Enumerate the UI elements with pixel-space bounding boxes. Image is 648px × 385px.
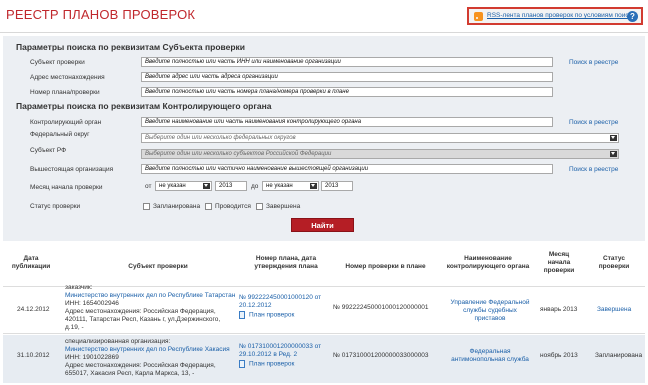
- start-month: ноябрь 2013: [540, 352, 578, 359]
- district-select-value: Выберите один или несколько федеральных …: [145, 135, 296, 141]
- status-text: Запланирована: [595, 352, 643, 359]
- from-year-input[interactable]: 2013: [215, 181, 247, 191]
- plan-date-link[interactable]: 20.12.2012: [239, 302, 272, 310]
- table-row: 31.10.2012 специализированная организаци…: [3, 335, 645, 383]
- to-year-input[interactable]: 2013: [321, 181, 353, 191]
- subject-registry-link[interactable]: Поиск в реестре: [569, 59, 618, 66]
- to-month-select[interactable]: не указан: [262, 181, 319, 191]
- status-checkbox-completed[interactable]: [256, 203, 263, 210]
- plan-number-link[interactable]: № 017310001200000033 от: [239, 343, 321, 351]
- region-select-value: Выберите один или несколько субъектов Ро…: [145, 151, 332, 157]
- check-number: № 017310001200000033000003: [333, 352, 429, 359]
- table-row: 24.12.2012 заказчик: Министерство внутре…: [3, 284, 645, 334]
- region-label: Субъект РФ: [30, 147, 67, 154]
- check-number: № 992222450001000120000001: [333, 304, 429, 311]
- col-header-plan[interactable]: Номер плана, дата утверждения плана: [244, 255, 328, 271]
- col-header-status[interactable]: Статус проверки: [591, 255, 637, 271]
- subject-address-line: д.19, -: [65, 324, 84, 331]
- subject-address-line: Адрес местонахождения: Российская Федера…: [65, 362, 216, 369]
- from-month-select[interactable]: не указан: [155, 181, 212, 191]
- organ-link-line[interactable]: антимонопольная служба: [450, 356, 530, 364]
- address-label: Адрес местонахождения: [30, 74, 105, 81]
- plan-document-link[interactable]: План проверок: [239, 360, 294, 368]
- organ-link-line[interactable]: Управление Федеральной: [450, 299, 530, 307]
- subject-input[interactable]: Введите полностью или часть ИНН или наим…: [141, 57, 553, 67]
- chevron-down-icon[interactable]: [610, 151, 617, 157]
- month-label: Месяц начала проверки: [30, 184, 103, 191]
- from-month-value: не указан: [159, 183, 186, 189]
- subject-role: заказчик:: [65, 284, 93, 291]
- address-input[interactable]: Введите адрес или часть адреса организац…: [141, 72, 553, 82]
- col-header-date[interactable]: Дата публикации: [9, 255, 53, 271]
- subject-address-line: Адрес местонахождения: Российская Федера…: [65, 308, 216, 315]
- document-icon: [239, 360, 245, 368]
- district-label: Федеральный округ: [30, 131, 90, 138]
- higher-org-input[interactable]: Введите полностью или частично наименова…: [141, 164, 553, 174]
- plan-link-label: План проверок: [249, 360, 295, 368]
- status-checkbox-in-progress[interactable]: [205, 203, 212, 210]
- plan-number-input[interactable]: Введите полностью или часть номера плана…: [141, 87, 553, 97]
- status-option-in-progress: Проводится: [215, 203, 251, 210]
- organ-registry-link[interactable]: Поиск в реестре: [569, 119, 618, 126]
- plan-link-label: План проверок: [249, 311, 295, 319]
- subject-address-line: 655017, Хакасия Респ, Карла Маркса, 13, …: [65, 370, 195, 377]
- document-icon: [239, 311, 245, 319]
- higher-org-label: Вышестоящая организация: [30, 166, 114, 173]
- publish-date: 31.10.2012: [17, 352, 50, 359]
- plan-date-link[interactable]: 29.10.2012 в Ред. 2: [239, 351, 297, 359]
- col-header-month[interactable]: Месяц начала проверки: [537, 251, 581, 275]
- col-header-organ[interactable]: Наименование контролирующего органа: [446, 255, 530, 271]
- subject-label: Субъект проверки: [30, 59, 85, 66]
- subject-section-title: Параметры поиска по реквизитам Субъекта …: [16, 42, 246, 52]
- subject-address-line: 420111, Татарстан Респ, Казань г, ул.Дзе…: [65, 316, 221, 323]
- search-panel: Параметры поиска по реквизитам Субъекта …: [3, 36, 645, 241]
- organ-input[interactable]: Введите наименование или часть наименова…: [141, 117, 553, 127]
- plan-number-label: Номер плана/проверки: [30, 89, 100, 96]
- subject-org-link[interactable]: Министерство внутренних дел по Республик…: [65, 292, 235, 300]
- help-icon[interactable]: ?: [627, 11, 638, 22]
- plan-number-link[interactable]: № 992222450001000120 от: [239, 294, 321, 302]
- start-month: январь 2013: [540, 306, 578, 313]
- organ-section-title: Параметры поиска по реквизитам Контролир…: [16, 101, 272, 111]
- from-label: от: [145, 183, 152, 190]
- organ-link-line[interactable]: службы судебных приставов: [450, 307, 530, 322]
- region-select[interactable]: Выберите один или несколько субъектов Ро…: [141, 149, 619, 159]
- higher-org-registry-link[interactable]: Поиск в реестре: [569, 166, 618, 173]
- organ-link-line[interactable]: Федеральная: [450, 348, 530, 356]
- subject-org-link[interactable]: Министерство внутренних дел по Республик…: [65, 346, 230, 354]
- status-option-planned: Запланирована: [153, 203, 201, 210]
- page-header: РЕЕСТР ПЛАНОВ ПРОВЕРОК RSS-лента планов …: [0, 0, 648, 33]
- to-month-value: не указан: [266, 183, 293, 189]
- publish-date: 24.12.2012: [17, 306, 50, 313]
- to-label: до: [251, 183, 259, 190]
- status-label: Статус проверки: [30, 203, 81, 210]
- rss-box: RSS-лента планов проверок по условиям по…: [467, 7, 643, 25]
- col-header-check-number[interactable]: Номер проверки в плане: [333, 263, 438, 271]
- results-table-header: Дата публикации Субъект проверки Номер п…: [3, 245, 645, 287]
- status-checkbox-planned[interactable]: [143, 203, 150, 210]
- status-option-completed: Завершена: [266, 203, 301, 210]
- organ-label: Контролирующий орган: [30, 119, 102, 126]
- rss-icon[interactable]: [474, 12, 483, 21]
- rss-link[interactable]: RSS-лента планов проверок по условиям по…: [487, 12, 635, 19]
- col-header-subject[interactable]: Субъект проверки: [103, 263, 213, 271]
- district-select[interactable]: Выберите один или несколько федеральных …: [141, 133, 619, 143]
- find-button[interactable]: Найти: [291, 218, 354, 232]
- status-link[interactable]: Завершена: [597, 306, 631, 314]
- chevron-down-icon[interactable]: [203, 183, 210, 189]
- chevron-down-icon[interactable]: [310, 183, 317, 189]
- subject-inn: ИНН: 1654002946: [65, 300, 119, 307]
- subject-inn: ИНН: 1901022869: [65, 354, 119, 361]
- subject-role: специализированная организация:: [65, 338, 171, 345]
- plan-document-link[interactable]: План проверок: [239, 311, 294, 319]
- page-title: РЕЕСТР ПЛАНОВ ПРОВЕРОК: [6, 7, 196, 22]
- chevron-down-icon[interactable]: [610, 135, 617, 141]
